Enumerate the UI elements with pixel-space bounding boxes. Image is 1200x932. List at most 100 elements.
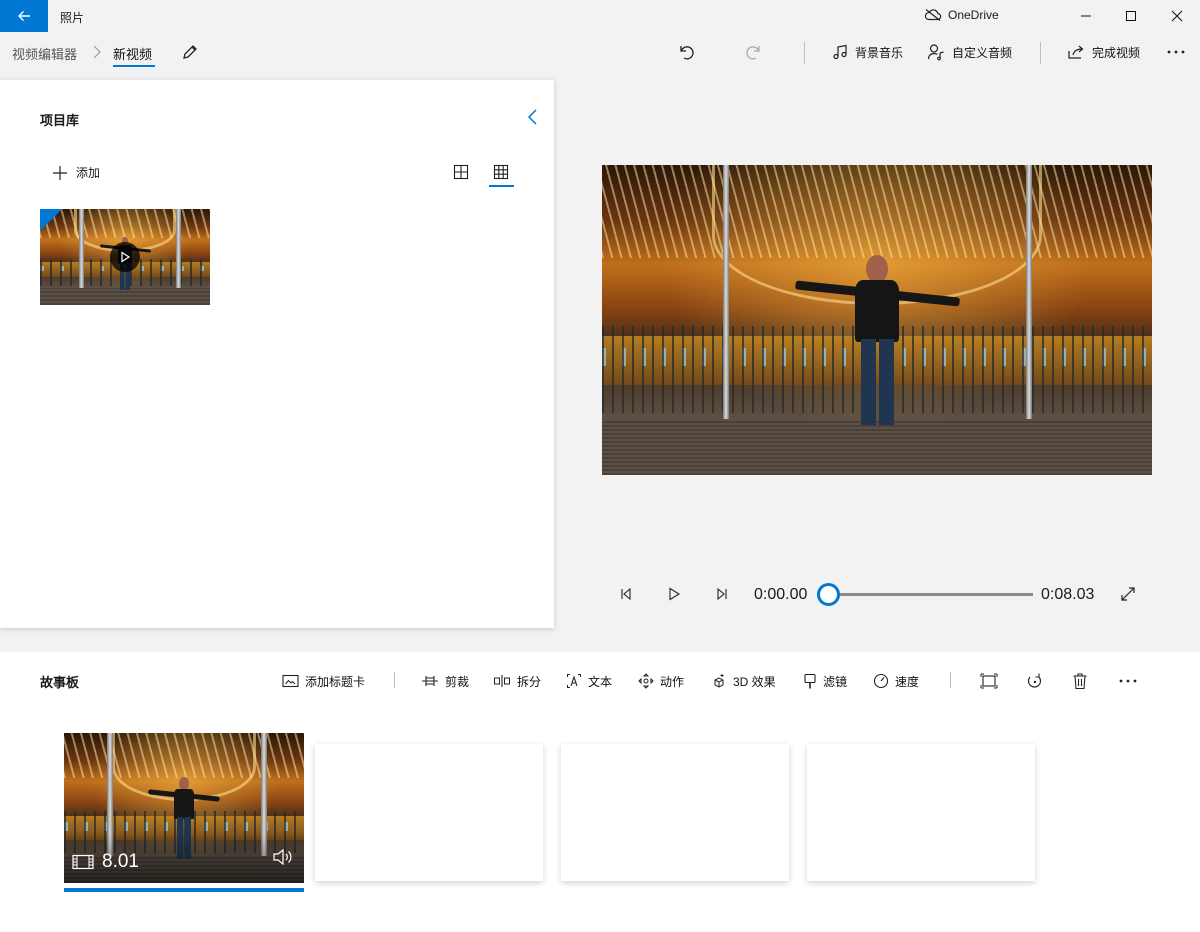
add-media-label: 添加 — [76, 166, 101, 180]
motion-button[interactable]: 动作 — [638, 671, 684, 691]
grid-large-icon — [453, 164, 469, 180]
title-bar: 照片 OneDrive — [0, 0, 1200, 32]
close-icon — [1171, 10, 1183, 22]
motion-icon — [638, 673, 654, 689]
back-arrow-icon — [18, 11, 30, 21]
pencil-icon — [183, 45, 197, 59]
custom-audio-button[interactable]: 自定义音频 — [927, 42, 1012, 62]
minimize-icon — [1081, 15, 1091, 17]
maximize-icon — [1126, 11, 1136, 21]
speed-button[interactable]: 速度 — [873, 671, 919, 691]
storyboard-empty-slot[interactable] — [561, 744, 789, 881]
more-dots-icon — [1167, 50, 1185, 54]
app-title: 照片 — [60, 11, 85, 25]
storyboard-more-button[interactable] — [1117, 670, 1139, 692]
resize-button[interactable] — [978, 670, 1000, 692]
add-title-card-label: 添加标题卡 — [305, 674, 366, 689]
maximize-button[interactable] — [1108, 0, 1154, 32]
back-button[interactable] — [0, 0, 48, 32]
storyboard-divider — [950, 672, 951, 688]
resize-frame-icon — [980, 673, 998, 689]
music-note-icon — [833, 44, 847, 60]
play-button[interactable] — [664, 584, 684, 604]
library-video-thumbnail[interactable] — [40, 209, 210, 305]
3d-effects-label: 3D 效果 — [733, 674, 776, 689]
chevron-right-icon — [92, 42, 102, 67]
trim-button[interactable]: 剪裁 — [421, 671, 469, 691]
seek-bar[interactable] — [828, 593, 1033, 596]
title-card-icon — [282, 674, 299, 688]
current-time: 0:00.00 — [754, 586, 808, 603]
small-grid-view-button[interactable] — [492, 163, 510, 186]
plus-icon — [53, 165, 67, 180]
storyboard-empty-slot[interactable] — [807, 744, 1035, 881]
trash-icon — [1073, 673, 1087, 690]
background-music-button[interactable]: 背景音乐 — [832, 42, 903, 62]
project-library-panel: 项目库 添加 — [0, 80, 554, 628]
cloud-off-icon — [924, 9, 942, 21]
speaker-volume-icon — [273, 848, 292, 866]
finish-video-button[interactable]: 完成视频 — [1067, 42, 1140, 62]
more-options-button[interactable] — [1166, 42, 1186, 62]
step-back-icon — [621, 587, 631, 601]
large-grid-view-button[interactable] — [452, 163, 470, 186]
undo-icon — [680, 46, 694, 60]
custom-audio-label: 自定义音频 — [952, 45, 1013, 60]
text-button[interactable]: 文本 — [566, 671, 612, 691]
filter-brush-icon — [804, 673, 816, 688]
motion-label: 动作 — [660, 674, 685, 689]
share-export-icon — [1068, 45, 1084, 59]
previous-frame-button[interactable] — [616, 584, 636, 604]
trim-icon — [422, 676, 438, 686]
redo-icon — [746, 46, 760, 60]
fullscreen-button[interactable] — [1118, 584, 1138, 604]
storyboard-clip[interactable]: 8.01 — [64, 733, 304, 883]
split-icon — [494, 675, 510, 687]
storyboard-divider — [394, 672, 395, 688]
rename-project-button[interactable] — [180, 42, 200, 67]
text-icon — [567, 674, 581, 688]
clip-duration: 8.01 — [72, 851, 139, 873]
grid-small-icon — [493, 164, 509, 180]
filters-label: 滤镜 — [823, 674, 848, 689]
filters-button[interactable]: 滤镜 — [803, 671, 847, 691]
film-strip-icon — [72, 854, 94, 870]
3d-effects-button[interactable]: 3D 效果 — [711, 671, 776, 691]
play-icon — [110, 242, 140, 272]
breadcrumb-video-editor[interactable]: 视频编辑器 — [12, 44, 77, 63]
collapse-library-button[interactable] — [526, 108, 540, 131]
background-music-label: 背景音乐 — [855, 45, 904, 60]
person-audio-icon — [927, 44, 944, 61]
split-button[interactable]: 拆分 — [493, 671, 541, 691]
toolbar-divider — [804, 42, 805, 64]
step-forward-icon — [717, 587, 727, 601]
minimize-button[interactable] — [1063, 0, 1109, 32]
video-preview[interactable] — [602, 165, 1152, 475]
rotate-button[interactable] — [1024, 670, 1046, 692]
clip-audio-button[interactable] — [272, 848, 294, 871]
close-button[interactable] — [1154, 0, 1200, 32]
speed-label: 速度 — [895, 674, 920, 689]
more-dots-icon — [1119, 679, 1137, 683]
onedrive-status[interactable]: OneDrive — [924, 8, 999, 22]
split-label: 拆分 — [517, 674, 542, 689]
trim-label: 剪裁 — [445, 674, 470, 689]
speedometer-icon — [873, 673, 889, 689]
seek-thumb[interactable] — [816, 583, 840, 606]
total-duration: 0:08.03 — [1041, 586, 1095, 603]
toolbar-divider — [1040, 42, 1041, 64]
delete-button[interactable] — [1069, 670, 1091, 692]
rotate-icon — [1027, 673, 1042, 688]
add-media-button[interactable]: 添加 — [52, 164, 100, 181]
expand-icon — [1121, 587, 1135, 601]
undo-button[interactable] — [676, 42, 696, 62]
onedrive-label: OneDrive — [948, 8, 999, 22]
next-frame-button[interactable] — [712, 584, 732, 604]
clip-selected-indicator — [64, 888, 304, 892]
play-icon — [669, 587, 681, 601]
breadcrumb-current-project[interactable]: 新视频 — [113, 44, 152, 63]
view-selected-indicator — [489, 185, 514, 187]
add-title-card-button[interactable]: 添加标题卡 — [282, 671, 365, 691]
storyboard-empty-slot[interactable] — [315, 744, 543, 881]
redo-button[interactable] — [744, 42, 764, 62]
